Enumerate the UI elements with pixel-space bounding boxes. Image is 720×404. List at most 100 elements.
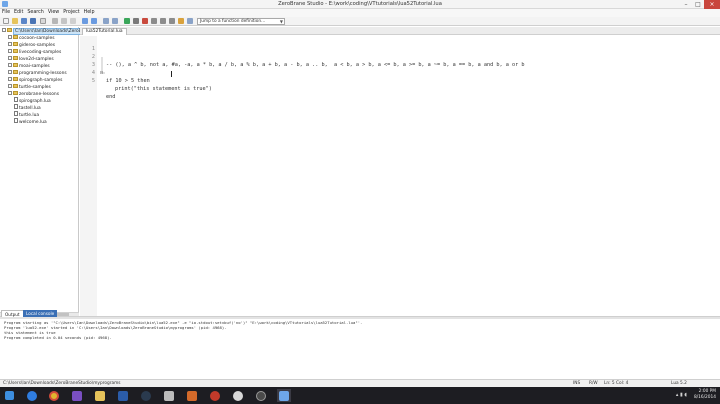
status-bar: C:\Users\Ian\Downloads\ZeroBraneStudio\m… <box>0 379 720 387</box>
windows-start-icon[interactable] <box>2 389 16 402</box>
menu-file[interactable]: File <box>2 9 10 17</box>
folder-icon <box>13 69 18 74</box>
output-tabs: Output Local console <box>0 310 100 317</box>
folder-icon <box>13 55 18 60</box>
folder-icon <box>13 62 18 67</box>
save-all-icon[interactable] <box>30 18 36 24</box>
watch-icon[interactable] <box>187 18 193 24</box>
code-line: 1 -- (), a ^ b, not a, #a, -a, a * b, a … <box>91 46 525 68</box>
window-title: ZeroBrane Studio - E:\work\coding\VTtuto… <box>278 1 442 7</box>
new-file-icon[interactable] <box>3 18 9 24</box>
folder-icon <box>7 27 12 32</box>
folder-icon <box>13 41 18 46</box>
toolbar: Jump to a function definition... ▼ <box>0 17 720 26</box>
collapse-icon[interactable] <box>2 27 6 32</box>
undo-icon[interactable] <box>82 18 88 24</box>
copy-icon[interactable] <box>61 18 67 24</box>
expand-icon[interactable] <box>8 55 12 60</box>
word-icon[interactable] <box>116 389 130 402</box>
menu-view[interactable]: View <box>48 9 59 17</box>
folder-icon <box>13 90 18 95</box>
expand-icon[interactable] <box>8 62 12 67</box>
step-out-icon[interactable] <box>169 18 175 24</box>
lua-file-icon <box>14 97 18 102</box>
close-icon[interactable]: × <box>704 0 720 9</box>
folder-icon <box>13 83 18 88</box>
file-explorer-icon[interactable] <box>93 389 107 402</box>
folder-icon <box>13 34 18 39</box>
audio-icon[interactable] <box>254 389 268 402</box>
unity-icon[interactable] <box>231 389 245 402</box>
folder-icon <box>13 48 18 53</box>
open-folder-icon[interactable] <box>12 18 18 24</box>
taskbar: ▴ ▮ ◖ 2:00 PM 8/16/2014 <box>0 387 720 404</box>
step-over-icon[interactable] <box>160 18 166 24</box>
breakpoint-icon[interactable] <box>178 18 184 24</box>
run-icon[interactable] <box>124 18 130 24</box>
title-bar: ZeroBrane Studio - E:\work\coding\VTtuto… <box>0 0 720 9</box>
stop-icon[interactable] <box>142 18 148 24</box>
status-insert-mode: INS <box>573 381 581 386</box>
step-into-icon[interactable] <box>151 18 157 24</box>
word-pad-icon[interactable] <box>162 389 176 402</box>
redo-icon[interactable] <box>91 18 97 24</box>
menu-project[interactable]: Project <box>63 9 79 17</box>
expand-icon[interactable] <box>8 41 12 46</box>
lua-file-icon <box>14 104 18 109</box>
folder-icon <box>13 76 18 81</box>
project-directory-icon[interactable] <box>40 18 46 24</box>
replace-icon[interactable] <box>112 18 118 24</box>
status-cursor-position: Ln: 5 Col: 4 <box>604 381 629 386</box>
editor-tabs: lua52Tutorial.lua <box>80 27 720 35</box>
menu-help[interactable]: Help <box>84 9 95 17</box>
expand-icon[interactable] <box>8 69 12 74</box>
minimize-icon[interactable]: – <box>680 0 692 9</box>
status-read-write: R/W <box>589 381 598 386</box>
find-icon[interactable] <box>103 18 109 24</box>
code-line: 3 ⊟ if 10 > 5 then <box>91 62 150 84</box>
output-line: Program completed in 0.04 seconds (pid: … <box>4 335 112 340</box>
code-editor[interactable]: 1 -- (), a ^ b, not a, #a, -a, a * b, a … <box>80 36 720 316</box>
expand-icon[interactable] <box>8 83 12 88</box>
code-line: 5 end <box>91 78 116 100</box>
tab-local-console[interactable]: Local console <box>23 310 58 317</box>
function-jump-text: Jump to a function definition... <box>200 19 266 24</box>
expand-icon[interactable] <box>8 34 12 39</box>
steam-icon[interactable] <box>139 389 153 402</box>
menu-search[interactable]: Search <box>27 9 43 17</box>
expand-icon[interactable] <box>8 90 12 95</box>
save-icon[interactable] <box>21 18 27 24</box>
project-panel: C:\Users\Ian\Downloads\ZeroBra cocoon-sa… <box>0 27 89 316</box>
debug-icon[interactable] <box>133 18 139 24</box>
function-jump-dropdown[interactable]: Jump to a function definition... ▼ <box>197 18 285 25</box>
expand-icon[interactable] <box>8 48 12 53</box>
chevron-down-icon: ▼ <box>279 19 283 24</box>
zerobrane-taskbar-icon[interactable] <box>277 389 291 402</box>
mouse-cursor <box>171 71 172 77</box>
system-tray-icons[interactable]: ▴ ▮ ◖ <box>676 392 687 398</box>
output-panel[interactable]: Program starting as '"C:\Users\Ian\Downl… <box>0 319 720 367</box>
tab-output[interactable]: Output <box>1 310 24 317</box>
chrome-icon[interactable] <box>47 389 61 402</box>
fold-line <box>101 57 105 74</box>
lua-file-icon <box>14 111 18 116</box>
visual-studio-icon[interactable] <box>70 389 84 402</box>
media-icon[interactable] <box>185 389 199 402</box>
menu-bar: File Edit Search View Project Help <box>0 9 720 17</box>
status-path: C:\Users\Ian\Downloads\ZeroBraneStudio\m… <box>3 381 121 386</box>
window-controls: – □ × <box>680 0 720 9</box>
tab-lua52tutorial[interactable]: lua52Tutorial.lua <box>82 28 127 35</box>
menu-edit[interactable]: Edit <box>14 9 23 17</box>
paste-icon[interactable] <box>70 18 76 24</box>
cut-icon[interactable] <box>52 18 58 24</box>
tree-file[interactable]: welcome.lua <box>14 118 47 126</box>
maximize-icon[interactable]: □ <box>692 0 704 9</box>
expand-icon[interactable] <box>8 76 12 81</box>
code-line: 2 <box>91 54 95 60</box>
ie-icon[interactable] <box>25 389 39 402</box>
tree-file[interactable]: spirograph.lua <box>14 97 51 105</box>
app-icon[interactable] <box>208 389 222 402</box>
status-interpreter: Lua 5.2 <box>671 381 687 386</box>
clock[interactable]: 2:00 PM 8/16/2014 <box>690 389 716 401</box>
code-line: 4 print("this statement is true") <box>91 70 212 92</box>
